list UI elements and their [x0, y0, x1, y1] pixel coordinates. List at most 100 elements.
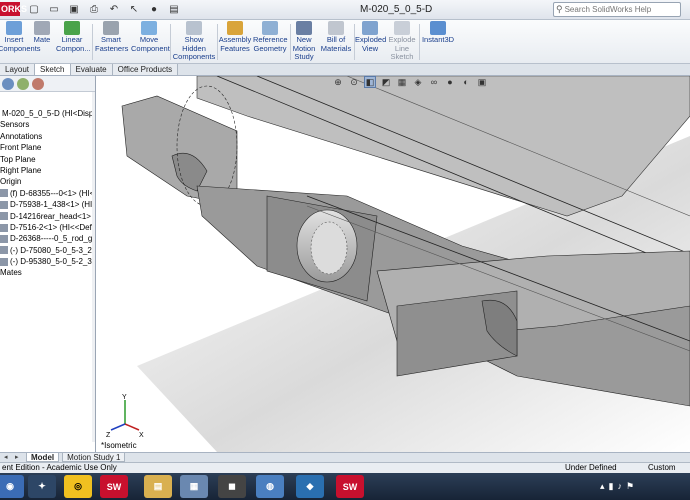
tree-item-annotations[interactable]: Annotations [0, 131, 95, 142]
options-icon[interactable]: ▤ [166, 2, 182, 16]
zoom-to-area-icon[interactable]: ⊙ [348, 76, 360, 88]
network-icon[interactable]: ▮ [609, 481, 614, 492]
bill-of-materials-button[interactable]: Bill of Materials [320, 21, 352, 53]
help-search-box[interactable]: ⚲ [553, 2, 681, 17]
configuration-manager-tab-icon[interactable] [32, 78, 44, 90]
status-under-defined: Under Defined [565, 463, 617, 472]
solidworks-taskbar-icon[interactable]: SW [100, 475, 128, 498]
tab-office-products[interactable]: Office Products [112, 64, 179, 75]
tab-layout[interactable]: Layout [0, 64, 36, 75]
volume-icon[interactable]: ♪ [617, 481, 622, 492]
insert-components-icon [6, 21, 22, 35]
move-component-button[interactable]: Move Component [131, 21, 170, 53]
undo-icon[interactable]: ↶ [106, 2, 122, 16]
tree-item-component[interactable]: (-) D-95380_5-0_5-2_356-3 [0, 256, 95, 267]
hide-show-items-icon[interactable]: ∞ [428, 76, 440, 88]
status-bar: ent Edition - Academic Use Only Under De… [0, 462, 690, 473]
tree-item-component[interactable]: D-7516-2<1> (HI<<Defau [0, 222, 95, 233]
tree-item-component[interactable]: (f) D-68355---0<1> (HI<< [0, 188, 95, 199]
section-view-icon[interactable]: ◧ [364, 76, 376, 88]
new-motion-study-button[interactable]: New Motion Study [291, 21, 317, 62]
app-icon-norton[interactable]: ◎ [64, 475, 92, 498]
tree-item-front-plane[interactable]: Front Plane [0, 142, 95, 153]
tab-scroll-right-icon[interactable]: ▸ [15, 453, 23, 462]
quick-access-toolbar: ▢ ▭ ▣ ⎙ ↶ ↖ ● ▤ [26, 2, 182, 16]
tree-item-component[interactable]: (-) D-75080_5-0_5-3_281-5 [0, 245, 95, 256]
chrome-icon[interactable]: ◍ [256, 475, 284, 498]
instant3d-button[interactable]: Instant3D [420, 21, 456, 45]
assembly-features-button[interactable]: Assembly Features [218, 21, 252, 53]
display-style-icon[interactable]: ◈ [412, 76, 424, 88]
system-tray: ▴ ▮ ♪ ⚑ [600, 481, 634, 492]
command-tabs: Layout Sketch Evaluate Office Products [0, 64, 690, 76]
assembly-features-icon [227, 21, 243, 35]
tab-model[interactable]: Model [26, 453, 60, 462]
tree-item-component[interactable]: D-14216rear_head<1> (HI [0, 211, 95, 222]
edit-appearance-icon[interactable]: ● [444, 76, 456, 88]
document-title: M-020_5_0_5-D [360, 4, 433, 15]
zoom-to-fit-icon[interactable]: ⊕ [332, 76, 344, 88]
tab-scroll-left-icon[interactable]: ◂ [4, 453, 12, 462]
feature-tree: M-020_5_0_5-D (HI<Display S Sensors Anno… [0, 92, 95, 279]
apply-scene-icon[interactable]: ◐ [460, 76, 472, 88]
exploded-view-button[interactable]: Exploded View [355, 21, 386, 53]
tree-item-top-plane[interactable]: Top Plane [0, 154, 95, 165]
tree-item-mates[interactable]: Mates [0, 267, 95, 278]
select-arrow-icon[interactable]: ↖ [126, 2, 142, 16]
tree-item-right-plane[interactable]: Right Plane [0, 165, 95, 176]
view-settings-icon[interactable]: ▣ [476, 76, 488, 88]
print-icon[interactable]: ⎙ [86, 2, 102, 16]
tree-item-component[interactable]: D-75938-1_438<1> (HI<< [0, 199, 95, 210]
tree-item-component[interactable]: D-26368-----0_5_rod_guide [0, 233, 95, 244]
tree-item-origin[interactable]: Origin [0, 176, 95, 187]
insert-components-button[interactable]: Insert Components [0, 21, 41, 53]
new-document-icon[interactable]: ▢ [26, 2, 42, 16]
solidworks-logo[interactable]: ORKS [0, 2, 27, 16]
status-custom-units[interactable]: Custom [648, 463, 676, 473]
graphics-viewport[interactable]: ⊕ ⊙ ◧ ◩ ▦ ◈ ∞ ● ◐ ▣ Y X Z *Isometric [97, 76, 690, 452]
previous-view-icon[interactable]: ◩ [380, 76, 392, 88]
part-icon [0, 200, 8, 209]
mate-button[interactable]: Mate [32, 21, 52, 45]
chevron-up-icon[interactable]: ▴ [600, 481, 605, 492]
open-folder-icon[interactable]: ▭ [46, 2, 62, 16]
part-icon [0, 212, 8, 221]
property-manager-tab-icon[interactable] [17, 78, 29, 90]
view-orientation-icon[interactable]: ▦ [396, 76, 408, 88]
triad-y-label: Y [122, 394, 127, 401]
app-icon-c[interactable]: ◼ [218, 475, 246, 498]
title-bar: ORKS ▢ ▭ ▣ ⎙ ↶ ↖ ● ▤ M-020_5_0_5-D ⚲ [0, 0, 690, 20]
mate-icon [34, 21, 50, 35]
help-search-input[interactable] [564, 5, 675, 14]
rebuild-icon[interactable]: ● [146, 2, 162, 16]
tab-motion-study-1[interactable]: Motion Study 1 [62, 453, 126, 462]
reference-geometry-button[interactable]: Reference Geometry [253, 21, 288, 53]
app-icon-a[interactable]: ✦ [28, 475, 56, 498]
start-button-icon[interactable]: ◉ [0, 475, 24, 498]
save-icon[interactable]: ▣ [66, 2, 82, 16]
smart-fasteners-button[interactable]: Smart Fasteners [95, 21, 128, 53]
show-hidden-components-button[interactable]: Show Hidden Components [172, 21, 216, 62]
bill-of-materials-icon [328, 21, 344, 35]
triad-z-label: Z [106, 432, 111, 438]
part-icon [0, 257, 8, 266]
panel-scrollbar[interactable] [92, 92, 95, 442]
explode-line-sketch-button[interactable]: Explode Line Sketch [386, 21, 418, 62]
app-icon-d[interactable]: ◆ [296, 475, 324, 498]
flag-icon[interactable]: ⚑ [626, 481, 634, 492]
bottom-tabs: ◂ ▸ Model Motion Study 1 [0, 452, 690, 462]
tab-sketch[interactable]: Sketch [35, 64, 71, 75]
linear-component-pattern-button[interactable]: Linear Compon... [56, 21, 91, 53]
coordinate-triad: Y X Z [106, 394, 144, 438]
tree-item-sensors[interactable]: Sensors [0, 119, 95, 130]
tree-root-assembly[interactable]: M-020_5_0_5-D (HI<Display S [0, 108, 95, 119]
triad-x-label: X [139, 432, 144, 438]
feature-manager-tab-icon[interactable] [2, 78, 14, 90]
exploded-view-icon [362, 21, 378, 35]
panel-toolbar [0, 76, 95, 92]
tab-evaluate[interactable]: Evaluate [70, 64, 113, 75]
smart-fasteners-icon [103, 21, 119, 35]
file-explorer-icon[interactable]: ▤ [144, 475, 172, 498]
app-icon-b[interactable]: ▦ [180, 475, 208, 498]
solidworks-taskbar-icon-2[interactable]: SW [336, 475, 364, 498]
